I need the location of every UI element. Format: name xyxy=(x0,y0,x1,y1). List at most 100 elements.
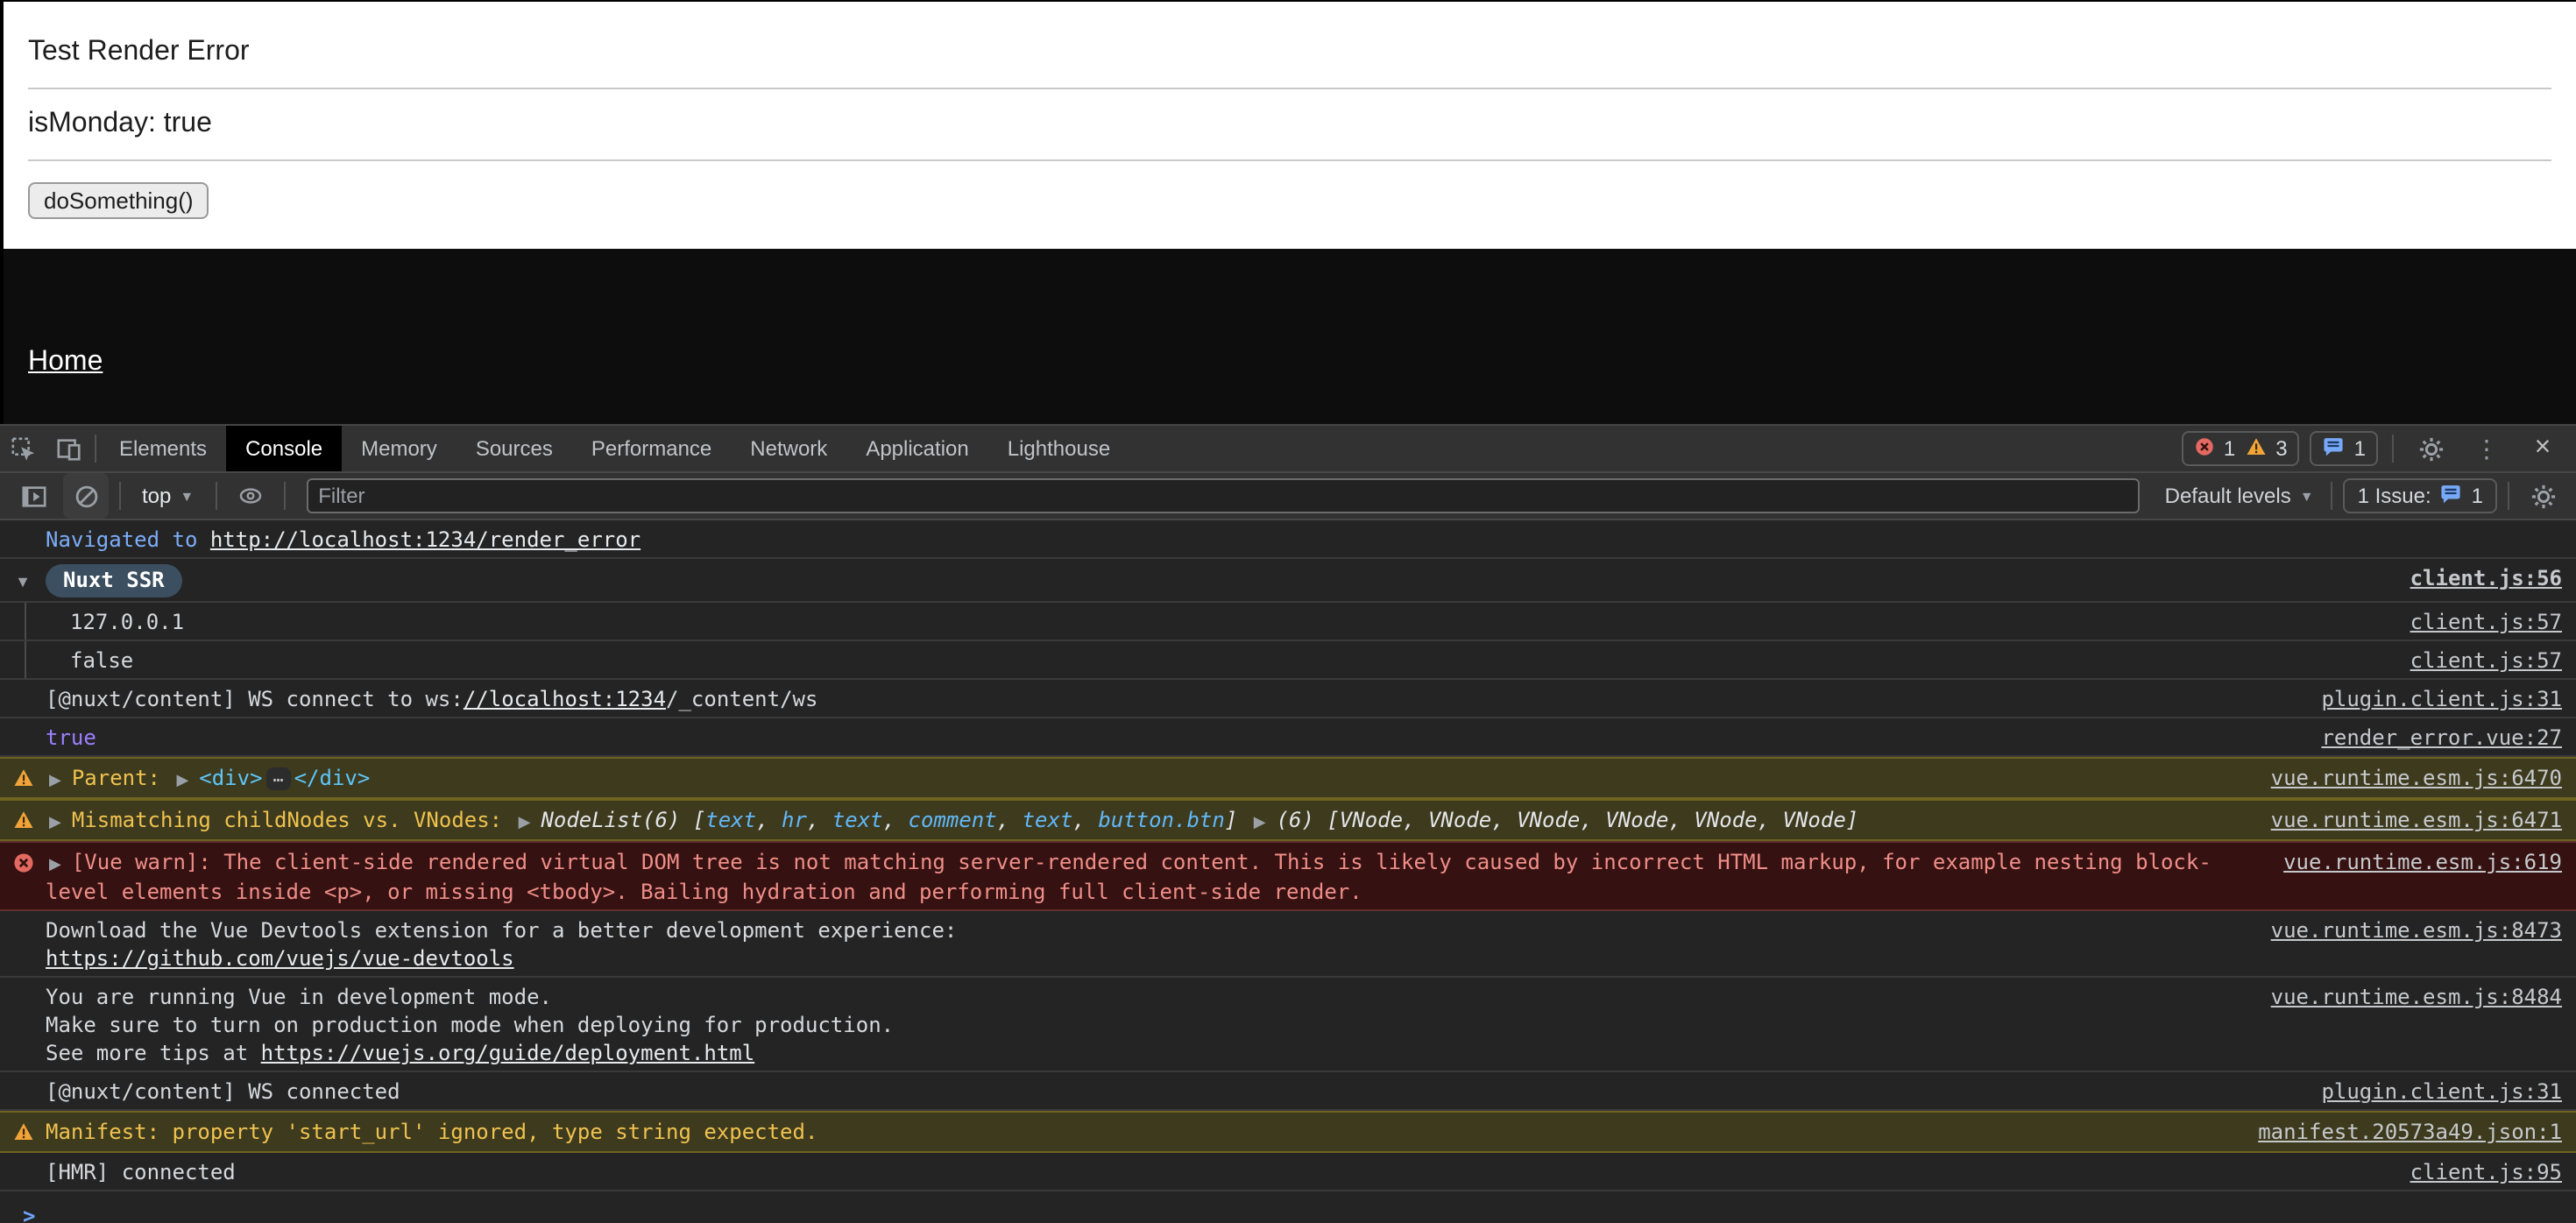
message-badge-icon xyxy=(2323,435,2346,463)
context-selector[interactable]: top ▼ xyxy=(131,484,204,508)
gear-icon[interactable] xyxy=(2408,426,2453,471)
source-location-link[interactable]: vue.runtime.esm.js:6471 xyxy=(2271,806,2562,834)
ellipsis-badge[interactable]: … xyxy=(266,767,291,790)
error-count: 1 xyxy=(2224,436,2235,461)
console-message: ▶Parent: ▶<div>…</div> xyxy=(46,764,2243,794)
tab-performance[interactable]: Performance xyxy=(572,426,731,471)
tab-sources[interactable]: Sources xyxy=(456,426,572,471)
message-text: /_content/ws xyxy=(666,687,817,711)
expand-arrow-icon[interactable]: ▶ xyxy=(49,855,61,873)
row-gutter: ▼ xyxy=(0,564,46,590)
expand-arrow-icon[interactable]: ▶ xyxy=(1254,813,1266,831)
console-message: [HMR] connected xyxy=(46,1158,2382,1186)
source-location-link[interactable]: plugin.client.js:31 xyxy=(2321,1078,2562,1106)
message-text: level elements inside <p>, or missing <t… xyxy=(46,880,1362,904)
source-location-link[interactable]: render_error.vue:27 xyxy=(2321,724,2562,752)
device-toolbar-icon[interactable] xyxy=(46,426,91,471)
message-text: Mismatching childNodes vs. VNodes: xyxy=(72,808,515,832)
message-text: Make sure to turn on production mode whe… xyxy=(46,1013,894,1037)
message-text: Download the Vue Devtools extension for … xyxy=(46,918,957,943)
console-message: true xyxy=(46,724,2293,752)
console-link[interactable]: https://github.com/vuejs/vue-devtools xyxy=(46,946,514,971)
expand-arrow-icon[interactable]: ▶ xyxy=(176,771,188,788)
home-link[interactable]: Home xyxy=(28,347,103,377)
console-message: ▶Mismatching childNodes vs. VNodes: ▶Nod… xyxy=(46,806,2243,836)
console-row: [HMR] connected client.js:95 xyxy=(0,1153,2576,1191)
issues-box[interactable]: 1 Issue: 1 xyxy=(2344,478,2497,513)
eye-icon[interactable] xyxy=(227,473,272,519)
message-text: 127.0.0.1 xyxy=(70,610,184,634)
close-icon[interactable]: × xyxy=(2520,426,2565,471)
context-label: top xyxy=(142,484,171,508)
tab-elements[interactable]: Elements xyxy=(100,426,226,471)
do-something-button[interactable]: doSomething() xyxy=(28,182,209,219)
row-gutter xyxy=(0,526,46,529)
tab-lighthouse[interactable]: Lighthouse xyxy=(988,426,1129,471)
tab-console[interactable]: Console xyxy=(226,426,342,471)
console-row: Manifest: property 'start_url' ignored, … xyxy=(0,1111,2576,1153)
tab-memory[interactable]: Memory xyxy=(342,426,456,471)
message-text: Parent: xyxy=(72,766,173,790)
console-toolbar: top ▼ Default levels ▼ 1 Issue: xyxy=(0,473,2576,520)
console-message: 127.0.0.1 xyxy=(46,608,2382,636)
inspect-icon[interactable] xyxy=(0,426,46,471)
console-row: ▼ Nuxt SSR client.js:56 xyxy=(0,559,2576,603)
group-collapse-caret[interactable]: ▼ xyxy=(15,568,31,590)
separator xyxy=(283,482,285,510)
row-gutter xyxy=(0,916,46,920)
console-message: You are running Vue in development mode.… xyxy=(46,983,2243,1067)
message-text: [@nuxt/content] WS connected xyxy=(46,1079,400,1104)
message-text: false xyxy=(70,648,133,673)
message-text: NodeList(6) [ xyxy=(541,808,705,832)
message-text: [Vue warn]: The client-side rendered vir… xyxy=(72,850,2212,874)
message-text: Navigated to xyxy=(46,527,210,552)
expand-arrow-icon[interactable]: ▶ xyxy=(49,771,61,788)
console-row: [@nuxt/content] WS connected plugin.clien… xyxy=(0,1072,2576,1111)
source-location-link[interactable]: client.js:57 xyxy=(2410,647,2562,675)
separator xyxy=(2392,435,2394,463)
source-location-link[interactable]: manifest.20573a49.json:1 xyxy=(2258,1118,2562,1146)
source-location-link[interactable]: vue.runtime.esm.js:8473 xyxy=(2271,916,2562,944)
console-link[interactable]: //localhost:1234 xyxy=(464,687,666,711)
console-row: false client.js:57 xyxy=(0,641,2576,680)
filter-input[interactable] xyxy=(306,478,2140,513)
tab-network[interactable]: Network xyxy=(731,426,846,471)
source-location-link[interactable]: client.js:95 xyxy=(2410,1158,2562,1186)
console-row: Navigated to http://localhost:1234/rende… xyxy=(0,520,2576,559)
message-text: Manifest: property 'start_url' ignored, … xyxy=(46,1120,817,1144)
warning-count: 3 xyxy=(2275,436,2287,461)
tab-application[interactable]: Application xyxy=(846,426,987,471)
issues-count-badge[interactable]: 1 xyxy=(2311,431,2378,466)
console-prompt[interactable]: > xyxy=(0,1191,2576,1223)
console-link[interactable]: http://localhost:1234/render_error xyxy=(210,527,640,552)
source-location-link[interactable]: plugin.client.js:31 xyxy=(2321,685,2562,713)
console-message: [@nuxt/content] WS connect to ws://local… xyxy=(46,685,2293,713)
console-message: Manifest: property 'start_url' ignored, … xyxy=(46,1118,2230,1146)
expand-arrow-icon[interactable]: ▶ xyxy=(49,813,61,831)
kebab-menu-icon[interactable]: ⋮ xyxy=(2464,426,2509,471)
console-row: [@nuxt/content] WS connect to ws://local… xyxy=(0,680,2576,718)
console-message-list: Navigated to http://localhost:1234/rende… xyxy=(0,520,2576,1223)
warning-badge-icon xyxy=(2244,435,2267,462)
source-location-link[interactable]: client.js:56 xyxy=(2410,564,2562,592)
console-row: ▶ [Vue warn]: The client-side rendered vi… xyxy=(0,841,2576,911)
source-location-link[interactable]: client.js:57 xyxy=(2410,608,2562,636)
row-gutter xyxy=(0,647,46,650)
sidebar-toggle-icon[interactable] xyxy=(11,473,56,519)
console-link[interactable]: https://vuejs.org/guide/deployment.html xyxy=(261,1041,755,1065)
message-text: , xyxy=(1072,808,1098,832)
clear-console-icon[interactable] xyxy=(63,473,109,519)
console-settings-gear-icon[interactable] xyxy=(2520,473,2565,519)
source-location-link[interactable]: vue.runtime.esm.js:8484 xyxy=(2271,983,2562,1011)
source-location-link[interactable]: vue.runtime.esm.js:6470 xyxy=(2271,764,2562,792)
row-gutter xyxy=(0,1158,46,1162)
devtools-tabbar: ElementsConsoleMemorySourcesPerformanceN… xyxy=(0,426,2576,473)
row-gutter xyxy=(0,806,46,836)
log-levels-selector[interactable]: Default levels ▼ xyxy=(2158,484,2321,508)
message-text: (6) [VNode, VNode, VNode, VNode, VNode, … xyxy=(1277,808,1859,832)
source-location-link[interactable]: vue.runtime.esm.js:619 xyxy=(2283,848,2562,876)
message-text: text xyxy=(832,808,883,832)
expand-arrow-icon[interactable]: ▶ xyxy=(519,813,531,831)
group-label-badge[interactable]: Nuxt SSR xyxy=(46,564,182,597)
console-status-badge[interactable]: 1 3 xyxy=(2182,431,2300,466)
